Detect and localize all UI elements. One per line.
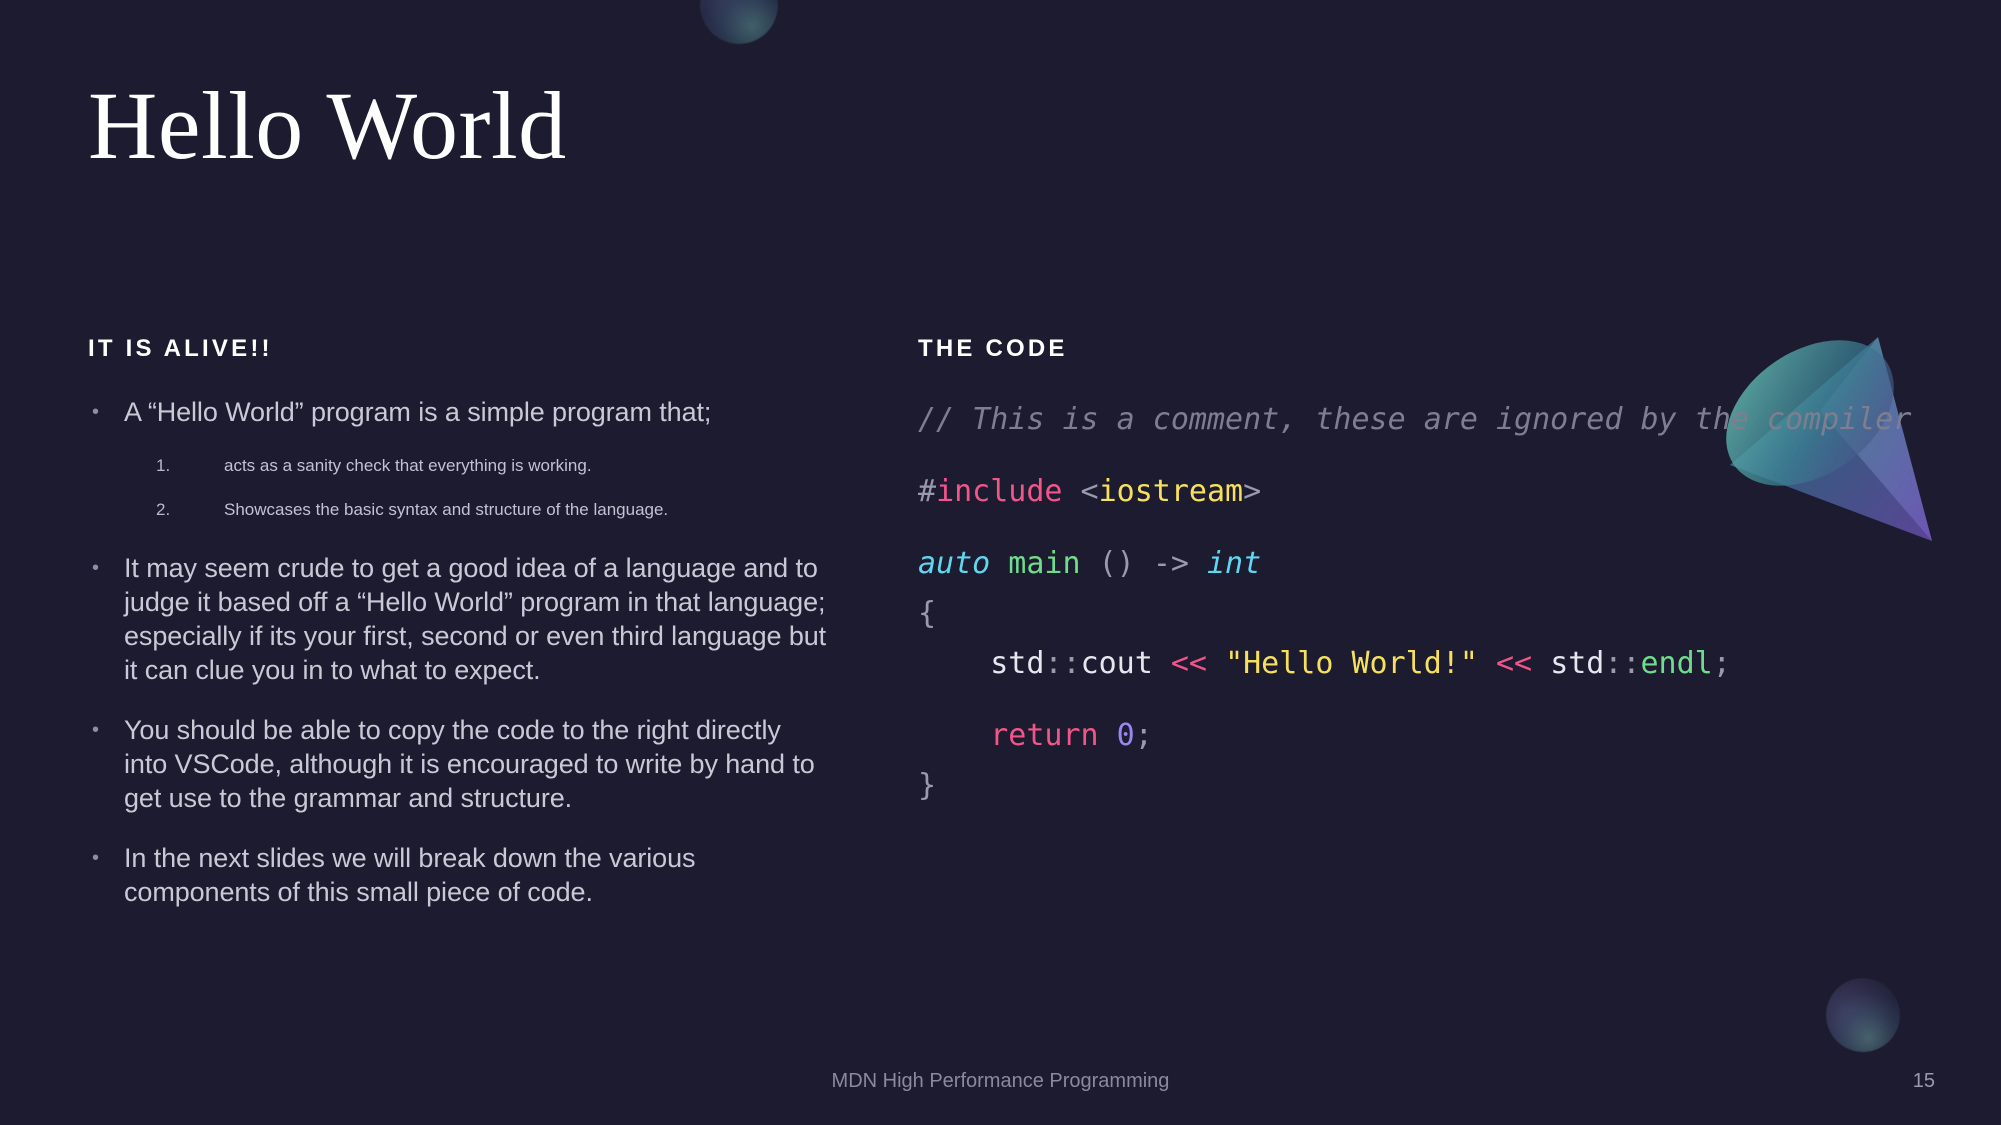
list-item: 1. acts as a sanity check that everythin… [88,455,828,477]
code-comment: // This is a comment, these are ignored … [918,402,1912,437]
list-item: 2. Showcases the basic syntax and struct… [88,499,828,521]
code-return-keyword: return [990,718,1099,753]
code-return-type: int [1207,546,1262,581]
code-return-value: 0 [1098,718,1135,753]
sublist-text: Showcases the basic syntax and structure… [224,500,669,519]
code-parens: () [1098,546,1153,581]
code-shift-b: << [1477,646,1551,681]
code-header-name: iostream [1098,474,1244,509]
code-shift-a: << [1152,646,1226,681]
code-angle-open: < [1062,474,1099,509]
code-scope-b: :: [1604,646,1641,681]
code-brace-close: } [918,768,937,803]
code-semicolon-b: ; [1134,718,1153,753]
list-item: • In the next slides we will break down … [88,841,828,909]
code-angle-close: > [1243,474,1262,509]
code-spacer [918,689,1928,711]
sphere-top-icon [700,0,778,44]
bullet-marker-icon: • [92,401,100,423]
code-arrow: -> [1152,546,1207,581]
bullet-text: In the next slides we will break down th… [124,843,696,907]
page-number: 15 [1912,1070,1935,1092]
code-include-keyword: include [936,474,1063,509]
footer-text: MDN High Performance Programming [831,1070,1170,1092]
bullet-marker-icon: • [92,719,100,741]
code-endl: endl [1640,646,1713,681]
code-auto-keyword: auto [918,546,991,581]
left-column: IT IS ALIVE!! • A “Hello World” program … [88,335,828,935]
numbered-sublist: 1. acts as a sanity check that everythin… [88,455,828,521]
bullet-marker-icon: • [92,847,100,869]
sublist-number: 1. [156,456,171,475]
sphere-bottom-icon [1826,978,1900,1052]
code-spacer [918,445,1928,467]
code-string-literal: "Hello World!" [1225,646,1478,681]
bullet-text: You should be able to copy the code to t… [124,715,815,813]
code-hash: # [918,474,937,509]
code-brace-open: { [918,596,937,631]
code-semicolon-a: ; [1712,646,1731,681]
page-title: Hello World [88,72,567,179]
code-main-name: main [990,546,1099,581]
right-section-heading: THE CODE [918,335,1068,362]
sublist-number: 2. [156,500,171,519]
bullet-text: It may seem crude to get a good idea of … [124,553,827,685]
code-cout: cout [1080,646,1153,681]
bullet-marker-icon: • [92,557,100,579]
list-item: • You should be able to copy the code to… [88,713,828,815]
code-block: // This is a comment, these are ignored … [918,395,1928,811]
slide-canvas: Hello World IT IS ALIVE!! • A “Hello Wor… [0,0,2001,1125]
code-scope-a: :: [1044,646,1081,681]
code-spacer [918,517,1928,539]
left-section-heading: IT IS ALIVE!! [88,335,273,362]
sublist-text: acts as a sanity check that everything i… [224,456,592,475]
right-column: THE CODE // This is a comment, these are… [918,335,1928,811]
code-std-a: std [990,646,1045,681]
list-item: • It may seem crude to get a good idea o… [88,551,828,687]
list-item: • A “Hello World” program is a simple pr… [88,395,828,429]
code-std-b: std [1550,646,1605,681]
bullet-text: A “Hello World” program is a simple prog… [124,397,712,427]
